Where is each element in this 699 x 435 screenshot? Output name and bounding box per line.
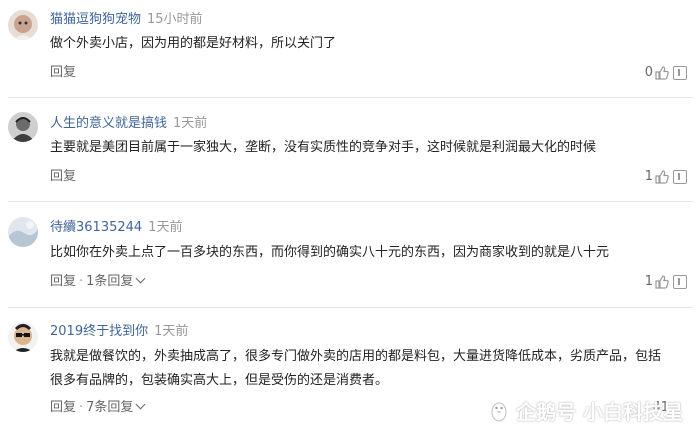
comment-text: 做个外卖小店，因为用的都是好材料，所以关门了	[50, 36, 337, 51]
view-replies-button[interactable]: 7条回复	[86, 399, 146, 415]
avatar[interactable]	[8, 217, 38, 247]
comment-text: 比如你在外卖上点了一百多块的东西，而你得到的确实八十元的东西，因为商家收到的就是…	[50, 245, 610, 260]
report-icon[interactable]	[673, 170, 687, 184]
avatar[interactable]	[8, 112, 38, 142]
comment-item: 待續36135244 1天前 比如你在外卖上点了一百多块的东西，而你得到的确实八十…	[0, 202, 699, 308]
like-count: 1	[644, 274, 653, 289]
like-area[interactable]: 0	[645, 64, 669, 82]
reply-button[interactable]: 回复	[50, 400, 76, 415]
like-area[interactable]: 1	[645, 273, 669, 291]
comment-time: 1天前	[173, 116, 208, 131]
like-area[interactable]: 1	[645, 168, 669, 186]
penguin-logo-icon	[491, 402, 507, 421]
chevron-down-icon	[135, 273, 146, 284]
thumbs-up-icon[interactable]	[655, 275, 669, 289]
comment-actions: 回复	[50, 64, 76, 82]
reply-button[interactable]: 回复	[50, 65, 76, 80]
username-link[interactable]: 2019终于找到你	[50, 324, 148, 339]
comment-meta: 2019终于找到你 1天前	[50, 323, 188, 341]
comment-time: 1天前	[148, 220, 183, 235]
comment-time: 1天前	[154, 324, 189, 339]
avatar-image-icon	[8, 217, 38, 247]
view-replies-button[interactable]: 1条回复	[86, 273, 146, 289]
reply-count: 1条回复	[86, 274, 134, 289]
separator-dot: ·	[79, 400, 84, 415]
comment-meta: 人生的意义就是搞钱 1天前	[50, 115, 207, 133]
comment-actions: 回复 · 7条回复	[50, 399, 146, 417]
thumbs-up-icon[interactable]	[655, 170, 669, 184]
comment-item: 猫猫逗狗狗宠物 15小时前 做个外卖小店，因为用的都是好材料，所以关门了 回复 0	[0, 0, 699, 98]
watermark-text: 企鹅号 小白科技星	[516, 400, 683, 424]
username-link[interactable]: 猫猫逗狗狗宠物	[50, 12, 141, 27]
avatar-image-icon	[8, 10, 38, 40]
comment-item: 人生的意义就是搞钱 1天前 主要就是美团目前属于一家独大，垄断，没有实质性的竞争对…	[0, 98, 699, 202]
comment-time: 15小时前	[147, 12, 203, 27]
like-count: 1	[644, 169, 653, 184]
comment-meta: 猫猫逗狗狗宠物 15小时前	[50, 11, 203, 29]
comment-meta: 待續36135244 1天前	[50, 219, 182, 237]
avatar[interactable]	[8, 322, 38, 352]
comment-text: 我就是做餐饮的，外卖抽成高了，很多专门做外卖的店用的都是料包，大量进货降低成本，…	[50, 349, 662, 388]
report-icon[interactable]	[673, 66, 687, 80]
comment-text: 主要就是美团目前属于一家独大，垄断，没有实质性的竞争对手，这时候就是利润最大化的…	[50, 140, 597, 155]
separator-dot: ·	[79, 274, 84, 289]
username-link[interactable]: 待續36135244	[50, 220, 142, 235]
watermark: 企鹅号 小白科技星	[488, 396, 683, 425]
comment-actions: 回复 · 1条回复	[50, 273, 146, 291]
reply-button[interactable]: 回复	[50, 274, 76, 289]
reply-button[interactable]: 回复	[50, 169, 76, 184]
thumbs-up-icon[interactable]	[655, 66, 669, 80]
chevron-down-icon	[135, 399, 146, 410]
username-link[interactable]: 人生的意义就是搞钱	[50, 116, 167, 131]
like-count: 0	[644, 65, 653, 80]
avatar-image-icon	[8, 112, 38, 142]
reply-count: 7条回复	[86, 400, 134, 415]
comment-actions: 回复	[50, 168, 76, 186]
avatar[interactable]	[8, 10, 38, 40]
avatar-image-icon	[8, 322, 38, 352]
report-icon[interactable]	[673, 275, 687, 289]
